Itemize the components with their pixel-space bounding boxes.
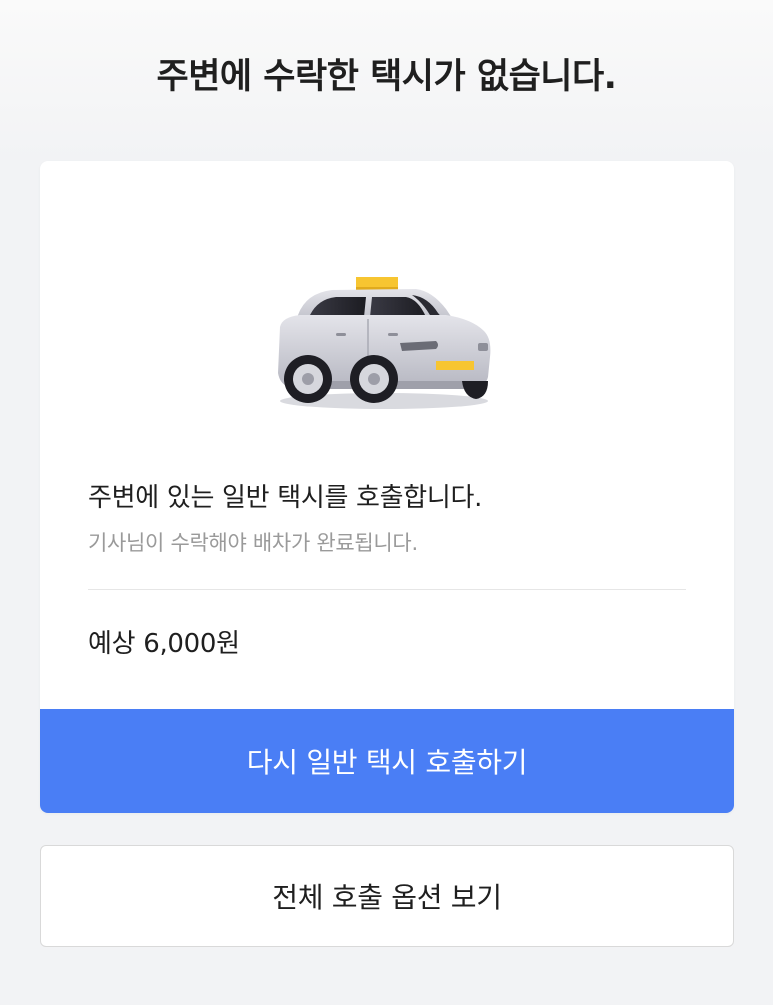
estimated-fare: 예상 6,000원 (88, 629, 240, 659)
page-title: 주변에 수락한 택시가 없습니다. (156, 57, 617, 97)
call-description: 주변에 있는 일반 택시를 호출합니다. (88, 483, 483, 513)
retry-call-button[interactable]: 다시 일반 택시 호출하기 (40, 709, 734, 813)
divider (88, 589, 686, 590)
taxi-icon (278, 277, 491, 409)
taxi-call-card: 주변에 있는 일반 택시를 호출합니다. 기사님이 수락해야 배차가 완료됩니다… (40, 161, 734, 813)
call-subdescription: 기사님이 수락해야 배차가 완료됩니다. (88, 531, 418, 555)
page: 주변에 수락한 택시가 없습니다. 주변에 있는 일반 택시를 호출합니다. 기… (0, 0, 773, 1005)
view-all-call-options-button[interactable]: 전체 호출 옵션 보기 (40, 845, 734, 947)
